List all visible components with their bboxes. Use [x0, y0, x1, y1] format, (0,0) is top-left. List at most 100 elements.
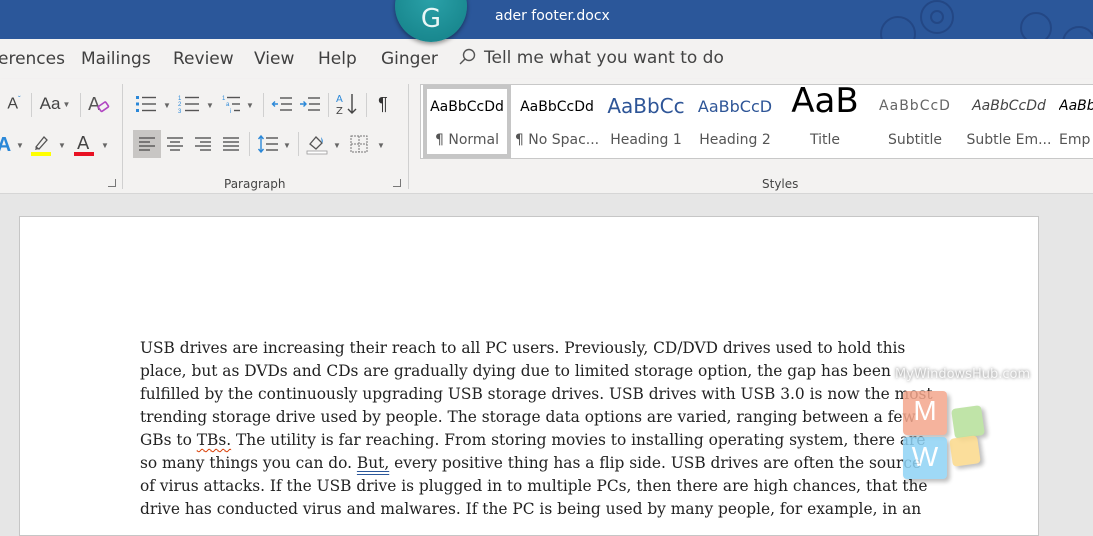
document-line: GBs to TBs. The utility is far reaching.… [140, 429, 930, 452]
style-name: Title [809, 132, 840, 148]
tell-me-search[interactable]: Tell me what you want to do [458, 48, 724, 68]
style-name: Subtitle [887, 132, 943, 148]
increase-indent-icon [300, 97, 320, 111]
bullets-button[interactable] [135, 93, 157, 115]
style-name: ¶ No Spac... [514, 132, 600, 148]
multilevel-list-icon: 1ai [222, 96, 240, 114]
document-line: trending storage drive used by people. T… [140, 406, 930, 429]
title-bar: ader footer.docx [0, 0, 1093, 39]
style-heading-1[interactable]: AaBbCc Heading 1 [605, 85, 687, 158]
spelling-error[interactable]: TBs. [197, 431, 231, 449]
line-spacing-icon [257, 134, 278, 154]
styles-group-label: Styles [762, 177, 799, 191]
svg-text:A: A [77, 133, 90, 154]
show-hide-marks-button[interactable]: ¶ [373, 92, 393, 116]
style-subtle-emphasis[interactable]: AaBbCcDd Subtle Em... [963, 85, 1055, 158]
document-line: place, but as DVDs and CDs are gradually… [140, 360, 930, 383]
align-center-icon [167, 137, 183, 151]
align-left-button[interactable] [133, 130, 161, 158]
chevron-down-icon[interactable]: ▼ [163, 101, 171, 110]
text-effects-icon: A [0, 133, 12, 156]
tab-ginger[interactable]: Ginger [381, 49, 438, 69]
tab-references[interactable]: erences [0, 49, 65, 69]
document-line: USB drives are increasing their reach to… [140, 337, 930, 360]
chevron-down-icon: ▼ [62, 99, 71, 109]
font-dialog-launcher[interactable] [108, 179, 116, 187]
document-line: of virus attacks. If the USB drive is pl… [140, 475, 930, 498]
document-page[interactable]: USB drives are increasing their reach to… [19, 216, 1039, 536]
tab-help[interactable]: Help [318, 49, 357, 69]
svg-text:i: i [230, 109, 231, 114]
text-effects-button[interactable]: A [0, 134, 12, 156]
separator [80, 93, 81, 117]
style-emphasis[interactable]: AaBb Emp [1059, 85, 1093, 158]
document-line: fulfilled by the continuously upgrading … [140, 383, 933, 406]
style-heading-2[interactable]: AaBbCcD Heading 2 [693, 85, 777, 158]
style-no-spacing[interactable]: AaBbCcDd ¶ No Spac... [513, 85, 601, 158]
document-canvas: USB drives are increasing their reach to… [0, 194, 1093, 536]
style-preview: AaBbCcDd [520, 99, 594, 115]
font-color-swatch [74, 152, 94, 156]
chevron-down-icon[interactable]: ▼ [246, 101, 254, 110]
numbering-button[interactable]: 123 [178, 93, 200, 115]
line-spacing-button[interactable] [256, 131, 280, 157]
align-right-button[interactable] [191, 130, 215, 158]
tab-view[interactable]: View [254, 49, 294, 69]
chevron-down-icon[interactable]: ▼ [58, 141, 66, 150]
decorative-swirl [1062, 26, 1093, 39]
separator [31, 93, 32, 117]
chevron-down-icon[interactable]: ▼ [377, 141, 385, 150]
paragraph-dialog-launcher[interactable] [393, 179, 401, 187]
style-name: Heading 2 [699, 132, 771, 148]
chevron-down-icon[interactable]: ▼ [333, 141, 341, 150]
grow-font-icon: Aˇ [7, 94, 21, 113]
text-run: of virus attacks. If the USB drive is pl… [140, 477, 928, 495]
text-run: USB drives are increasing their reach to… [140, 339, 906, 357]
tab-mailings[interactable]: Mailings [81, 49, 151, 69]
chevron-down-icon[interactable]: ▼ [206, 101, 214, 110]
grow-font-button[interactable]: Aˇ [4, 93, 24, 115]
separator [366, 93, 367, 117]
decrease-indent-icon [271, 97, 292, 111]
chevron-down-icon[interactable]: ▼ [101, 141, 109, 150]
align-left-icon [139, 137, 155, 151]
document-body[interactable]: USB drives are increasing their reach to… [140, 337, 933, 521]
style-preview: AaB [791, 81, 859, 121]
style-title[interactable]: AaB Title [783, 81, 867, 158]
chevron-down-icon[interactable]: ▼ [283, 141, 291, 150]
style-name: Heading 1 [610, 132, 682, 148]
style-normal[interactable]: AaBbCcDd ¶ Normal [423, 85, 511, 158]
justify-button[interactable] [219, 130, 243, 158]
shading-button[interactable] [305, 131, 329, 157]
center-button[interactable] [163, 130, 187, 158]
group-separator [408, 84, 409, 189]
highlight-button[interactable] [30, 131, 52, 157]
separator [249, 132, 250, 156]
change-case-button[interactable]: Aa ▼ [38, 93, 72, 115]
clear-formatting-button[interactable]: A [87, 91, 111, 117]
shading-icon [306, 136, 328, 155]
decorative-swirl [880, 16, 916, 39]
separator [263, 93, 264, 117]
decorative-swirl [1020, 12, 1052, 39]
text-run: fulfilled by the continuously upgrading … [140, 385, 933, 403]
grammar-suggestion[interactable]: But, [357, 454, 389, 472]
style-name: ¶ Normal [434, 132, 499, 148]
tab-review[interactable]: Review [173, 49, 234, 69]
font-color-button[interactable]: A [73, 131, 95, 157]
borders-button[interactable] [347, 131, 371, 157]
text-run: drive has conducted virus and malwares. … [140, 500, 922, 518]
chevron-down-icon[interactable]: ▼ [16, 141, 24, 150]
separator [328, 93, 329, 117]
document-line: drive has conducted virus and malwares. … [140, 498, 930, 521]
multilevel-list-button[interactable]: 1ai [222, 93, 244, 115]
decrease-indent-button[interactable] [271, 93, 293, 115]
style-subtitle[interactable]: AaBbCcD Subtitle [871, 85, 959, 158]
svg-text:2: 2 [178, 102, 182, 108]
text-run: so many things you can do. [140, 454, 357, 472]
svg-text:A: A [88, 94, 101, 115]
increase-indent-button[interactable] [299, 93, 321, 115]
change-case-label: Aa [39, 94, 61, 113]
sort-button[interactable]: AZ [335, 91, 359, 117]
style-preview: AaBbCcD [879, 98, 951, 114]
